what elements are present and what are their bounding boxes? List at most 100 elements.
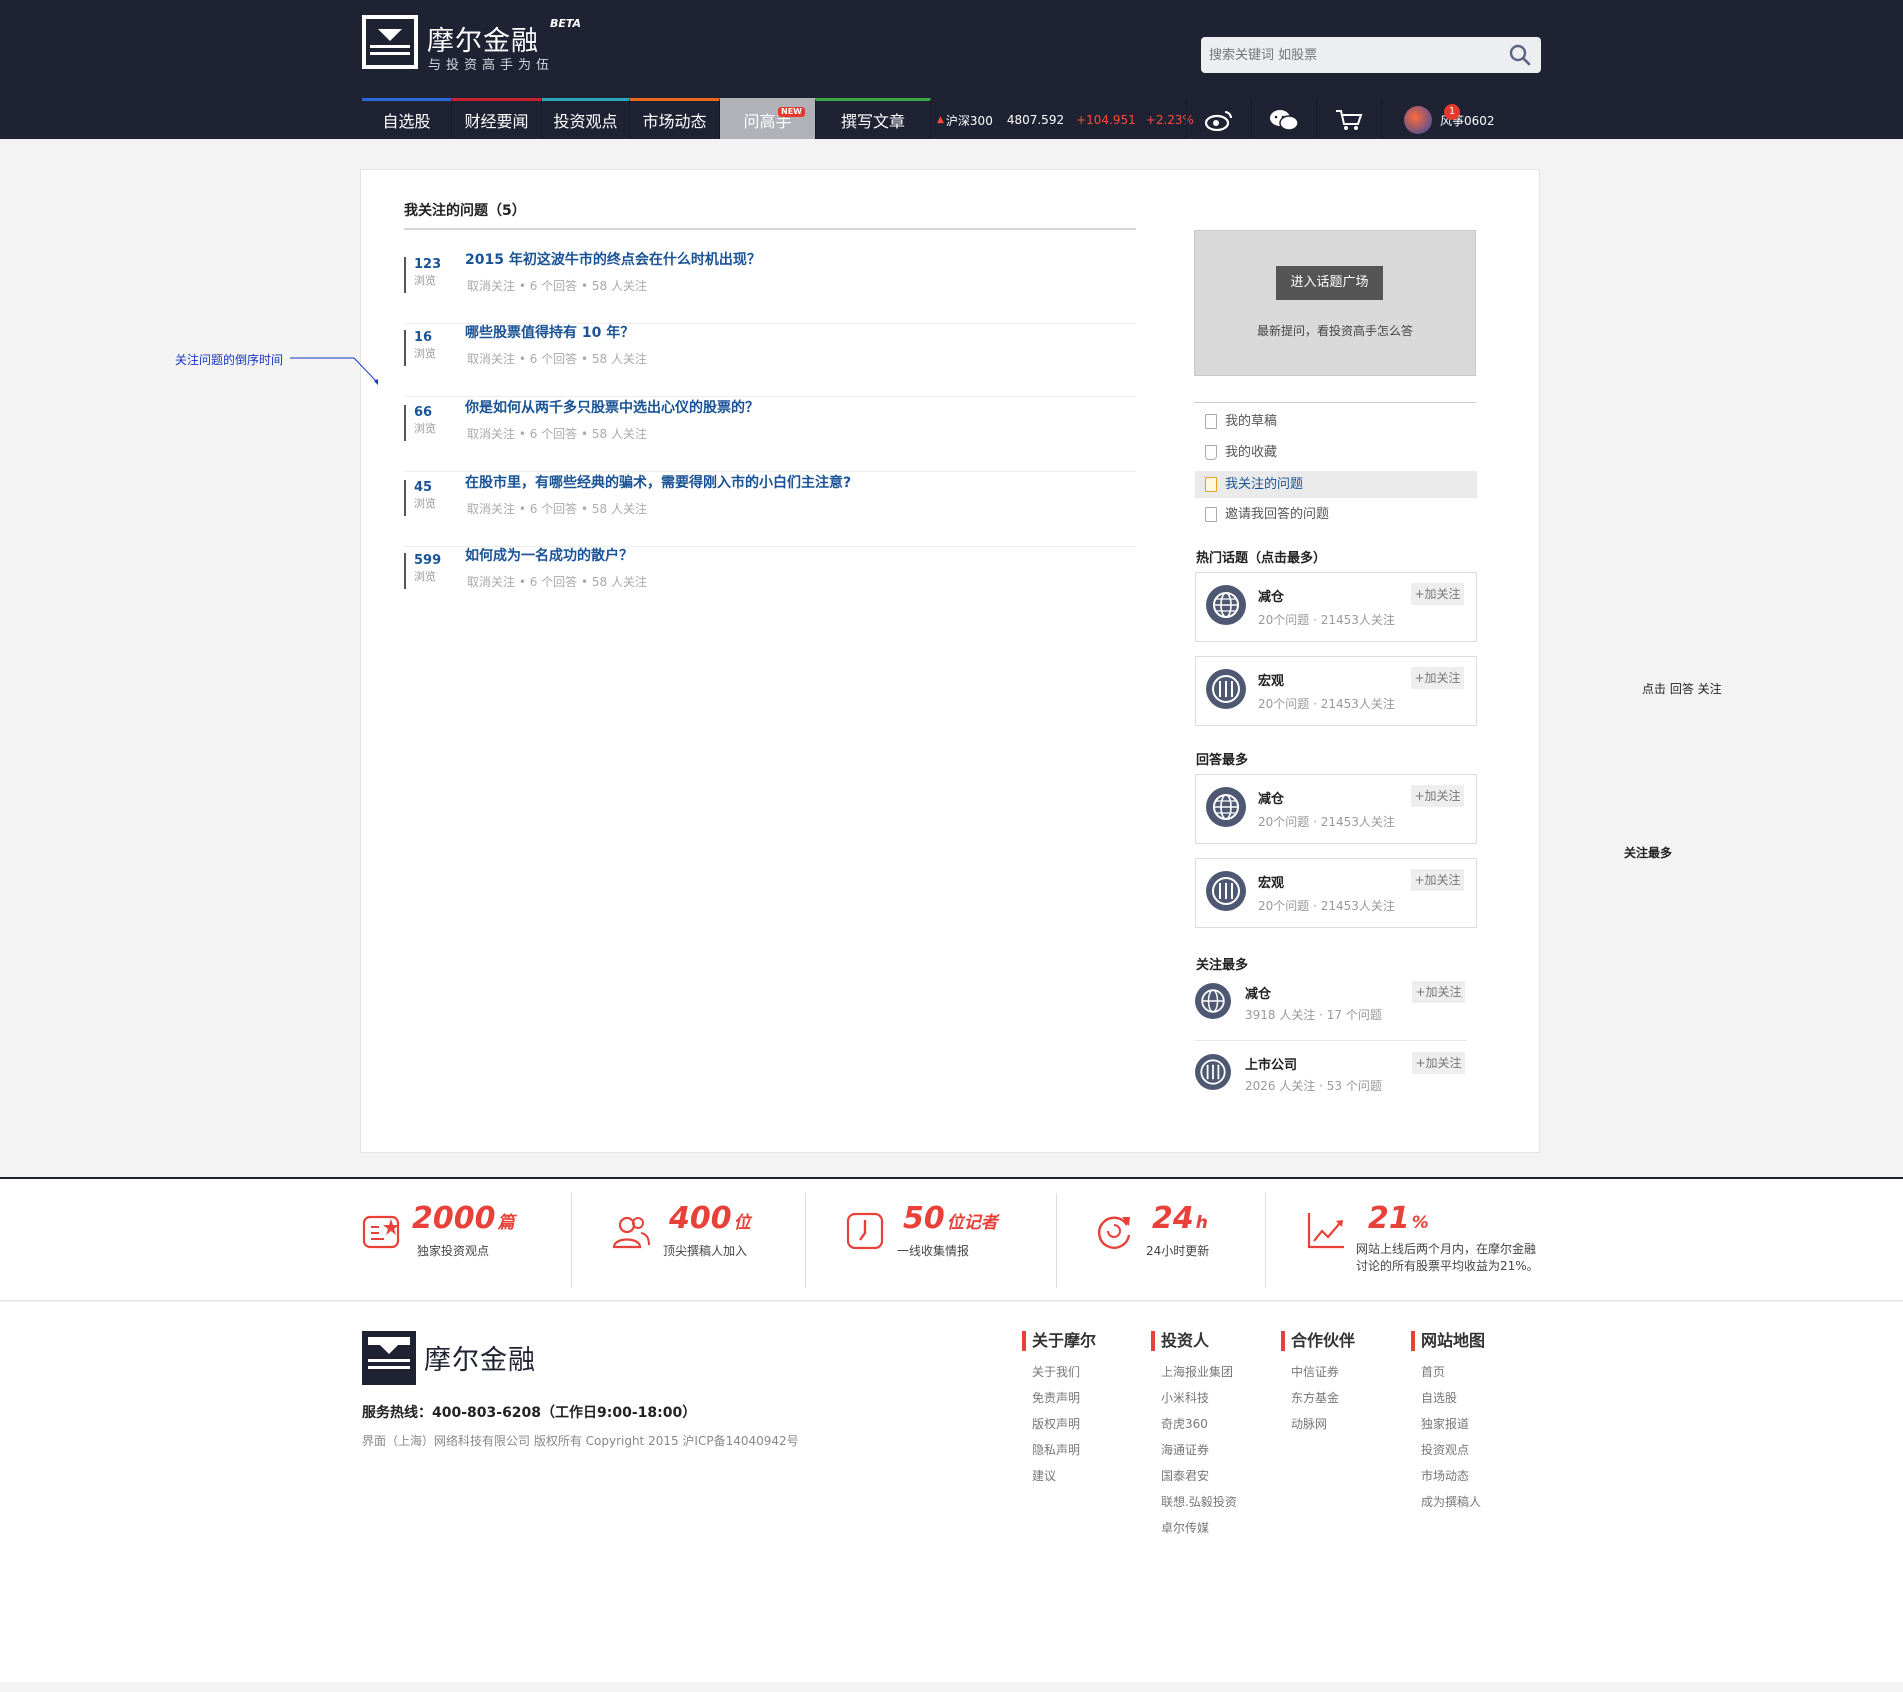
question-row: 123 浏览 2015 年初这波牛市的终点会在什么时机出现？ 取消关注 • 6 个… <box>404 249 1136 324</box>
view-count-num: 123 <box>414 257 442 272</box>
notification-badge[interactable]: 1 <box>1444 104 1460 120</box>
footer-link[interactable]: 中信证券 <box>1281 1359 1355 1385</box>
topic-name[interactable]: 上市公司 <box>1245 1054 1297 1073</box>
wechat-button[interactable] <box>1251 98 1316 139</box>
weibo-button[interactable] <box>1186 98 1251 139</box>
follow-button[interactable]: +加关注 <box>1411 869 1464 891</box>
topic-card[interactable]: 宏观 20个问题 · 21453人关注 +加关注 <box>1195 656 1477 726</box>
bookmark-icon <box>1205 445 1217 460</box>
footer-link[interactable]: 卓尔传媒 <box>1151 1515 1237 1541</box>
nav-item-watchlist[interactable]: 自选股 <box>362 98 452 139</box>
follow-button[interactable]: +加关注 <box>1411 583 1464 605</box>
ticker-change: +104.951 <box>1076 113 1136 127</box>
followed-topic-row[interactable]: 减仓 3918 人关注 · 17 个问题 +加关注 <box>1195 975 1477 1045</box>
topic-name[interactable]: 宏观 <box>1258 670 1284 689</box>
search-icon[interactable] <box>1509 44 1531 66</box>
follow-button[interactable]: +加关注 <box>1411 785 1464 807</box>
cart-button[interactable] <box>1316 98 1381 139</box>
topic-card[interactable]: 减仓 20个问题 · 21453人关注 +加关注 <box>1195 572 1477 642</box>
follow-button[interactable]: +加关注 <box>1412 981 1465 1003</box>
logo-name[interactable]: 摩尔金融 <box>427 19 539 58</box>
topic-card[interactable]: 减仓 20个问题 · 21453人关注 +加关注 <box>1195 774 1477 844</box>
question-meta[interactable]: 取消关注 • 6 个回答 • 58 人关注 <box>467 350 647 367</box>
logo-icon <box>362 1331 416 1385</box>
footer-link[interactable]: 国泰君安 <box>1151 1463 1237 1489</box>
footer-col-partners: 合作伙伴 中信证券 东方基金 动脉网 <box>1281 1331 1355 1437</box>
footer-link[interactable]: 成为撰稿人 <box>1411 1489 1485 1515</box>
question-link[interactable]: 哪些股票值得持有 10 年？ <box>465 322 634 342</box>
menu-item-invited[interactable]: 邀请我回答的问题 <box>1195 501 1477 528</box>
user-menu[interactable]: 风筝0602 1 <box>1381 98 1531 139</box>
question-link[interactable]: 你是如何从两千多只股票中选出心仪的股票的？ <box>465 397 759 417</box>
question-link[interactable]: 在股市里，有哪些经典的骗术，需要得刚入市的小白们主注意? <box>465 472 851 492</box>
footer-link[interactable]: 版权声明 <box>1022 1411 1096 1437</box>
topic-name[interactable]: 减仓 <box>1258 586 1284 605</box>
footer-link[interactable]: 市场动态 <box>1411 1463 1485 1489</box>
topic-plaza-button[interactable]: 进入话题广场 <box>1276 266 1383 300</box>
menu-label: 我的草稿 <box>1225 414 1278 429</box>
question-link[interactable]: 2015 年初这波牛市的终点会在什么时机出现？ <box>465 249 761 269</box>
up-arrow-icon: ▲ <box>937 115 944 125</box>
index-ticker[interactable]: ▲ 沪深300 4807.592 +104.951 +2.23% <box>931 98 1194 139</box>
topic-card[interactable]: 宏观 20个问题 · 21453人关注 +加关注 <box>1195 858 1477 928</box>
menu-label: 我关注的问题 <box>1225 477 1304 492</box>
view-count-unit: 浏览 <box>414 422 436 435</box>
nav-item-market[interactable]: 市场动态 <box>630 98 720 139</box>
topic-meta: 3918 人关注 · 17 个问题 <box>1245 1008 1382 1022</box>
question-meta[interactable]: 取消关注 • 6 个回答 • 58 人关注 <box>467 500 647 517</box>
question-link[interactable]: 如何成为一名成功的散户？ <box>465 545 633 565</box>
ticker-value: 4807.592 <box>1006 113 1065 127</box>
footer-link[interactable]: 隐私声明 <box>1022 1437 1096 1463</box>
menu-item-followed-questions[interactable]: 我关注的问题 <box>1195 471 1477 498</box>
menu-item-drafts[interactable]: 我的草稿 <box>1195 408 1477 435</box>
footer-link[interactable]: 联想.弘毅投资 <box>1151 1489 1237 1515</box>
nav-label: 投资观点 <box>553 112 618 131</box>
footer-link[interactable]: 免责声明 <box>1022 1385 1096 1411</box>
footer-link[interactable]: 建议 <box>1022 1463 1096 1489</box>
view-count-num: 66 <box>414 405 433 420</box>
footer-link[interactable]: 独家报道 <box>1411 1411 1485 1437</box>
footer-col-title: 投资人 <box>1151 1331 1237 1351</box>
nav-item-views[interactable]: 投资观点 <box>542 98 630 139</box>
topic-name[interactable]: 减仓 <box>1258 788 1284 807</box>
footer-link[interactable]: 上海报业集团 <box>1151 1359 1237 1385</box>
article-star-icon <box>362 1215 400 1249</box>
annotation-note: 关注问题的倒序时间 <box>175 353 284 367</box>
footer-logo-name[interactable]: 摩尔金融 <box>424 1338 536 1377</box>
footer-link[interactable]: 首页 <box>1411 1359 1485 1385</box>
footer-col-title: 合作伙伴 <box>1281 1331 1355 1351</box>
followed-topic-row[interactable]: 上市公司 2026 人关注 · 53 个问题 +加关注 <box>1195 1046 1477 1116</box>
hot-topics-title: 热门话题（点击最多） <box>1196 551 1327 566</box>
follow-button[interactable]: +加关注 <box>1412 1052 1465 1074</box>
view-count-num: 599 <box>414 553 442 568</box>
nav-item-write[interactable]: 撰写文章 <box>816 98 931 139</box>
nav-item-news[interactable]: 财经要闻 <box>452 98 542 139</box>
question-meta[interactable]: 取消关注 • 6 个回答 • 58 人关注 <box>467 573 647 590</box>
footer-link[interactable]: 奇虎360 <box>1151 1411 1237 1437</box>
stat-articles: 2000 篇 独家投资观点 <box>362 1195 562 1287</box>
nav-label: 撰写文章 <box>840 112 905 131</box>
stat-unit: 位记者 <box>946 1213 998 1233</box>
footer-link[interactable]: 投资观点 <box>1411 1437 1485 1463</box>
footer-link[interactable]: 动脉网 <box>1281 1411 1355 1437</box>
follow-button[interactable]: +加关注 <box>1411 667 1464 689</box>
topic-name[interactable]: 减仓 <box>1245 983 1271 1002</box>
nav-item-ask[interactable]: 问高手 NEW <box>720 98 816 139</box>
footer-link[interactable]: 小米科技 <box>1151 1385 1237 1411</box>
service-hotline: 服务热线：400-803-6208（工作日9:00-18:00） <box>362 1405 697 1421</box>
footer-link[interactable]: 东方基金 <box>1281 1385 1355 1411</box>
menu-item-favorites[interactable]: 我的收藏 <box>1195 439 1477 466</box>
topic-name[interactable]: 宏观 <box>1258 872 1284 891</box>
stat-label: 一线收集情报 <box>897 1244 970 1258</box>
footer-link[interactable]: 关于我们 <box>1022 1359 1096 1385</box>
footer-link[interactable]: 海通证券 <box>1151 1437 1237 1463</box>
logo-mark[interactable] <box>362 15 418 69</box>
footer-link[interactable]: 自选股 <box>1411 1385 1485 1411</box>
question-meta[interactable]: 取消关注 • 6 个回答 • 58 人关注 <box>467 425 647 442</box>
divider <box>805 1193 806 1288</box>
avatar[interactable] <box>1404 106 1432 134</box>
search-input[interactable] <box>1209 45 1499 65</box>
footer-logo-mark[interactable] <box>362 1331 416 1385</box>
search-box[interactable] <box>1201 37 1541 73</box>
question-meta[interactable]: 取消关注 • 6 个回答 • 58 人关注 <box>467 277 647 294</box>
